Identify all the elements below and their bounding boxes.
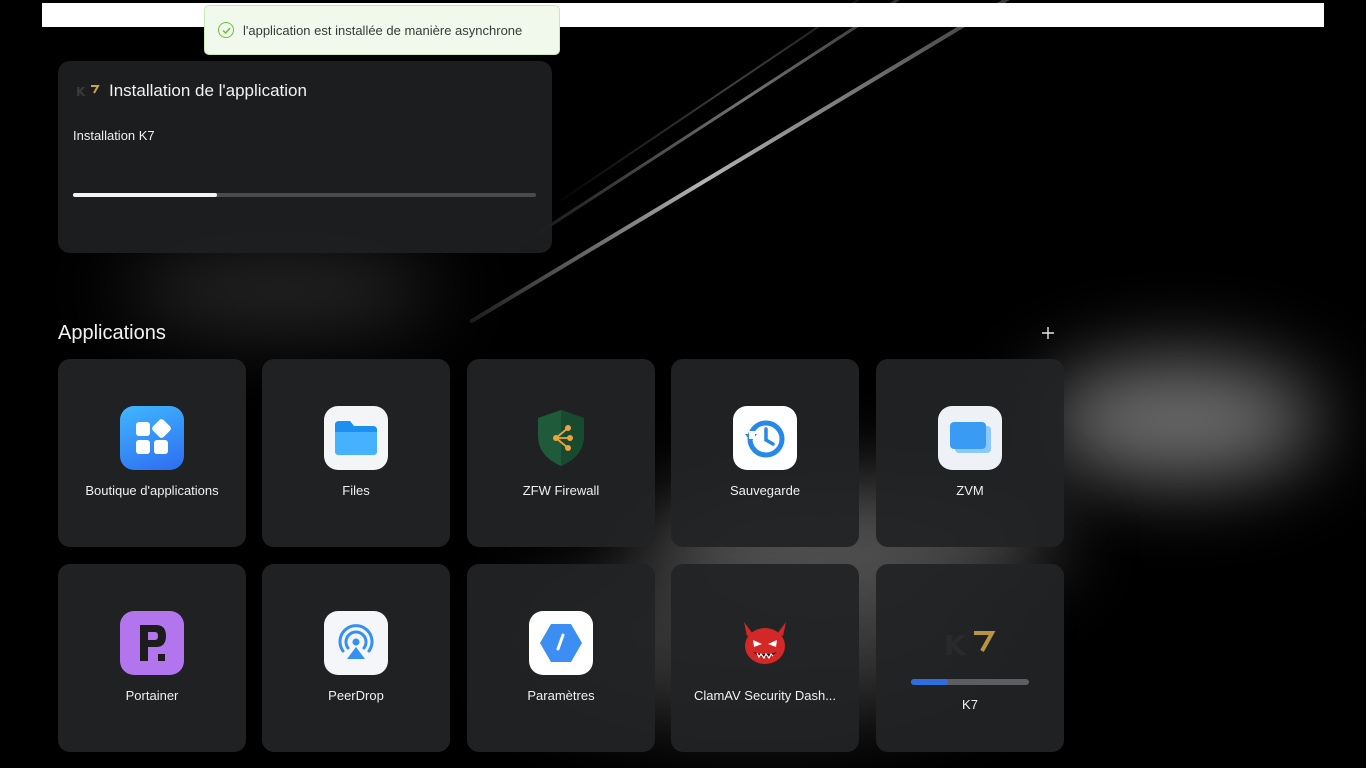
k7-mini-logo: K <box>76 85 102 101</box>
svg-text:K: K <box>76 85 86 98</box>
plus-icon <box>1042 327 1054 339</box>
svg-text:K: K <box>944 629 967 661</box>
install-progress-fill <box>73 193 217 197</box>
toast-message: l'application est installée de manière a… <box>243 22 523 38</box>
shield-icon <box>529 406 593 470</box>
app-tile-portainer[interactable]: Portainer <box>58 564 246 752</box>
clamav-devil-icon <box>733 611 797 675</box>
check-circle-icon <box>218 22 234 38</box>
install-subtitle: Installation K7 <box>73 128 155 143</box>
app-label: Sauvegarde <box>729 483 801 498</box>
app-label: Portainer <box>125 688 179 703</box>
app-label: PeerDrop <box>328 688 384 703</box>
app-tile-files[interactable]: Files <box>262 359 450 547</box>
app-label: K7 <box>962 697 978 712</box>
k7-install-progress-bar <box>911 679 1029 685</box>
settings-icon <box>529 611 593 675</box>
app-label: Paramètres <box>527 688 595 703</box>
app-tile-k7[interactable]: K K7 <box>876 564 1064 752</box>
app-tile-parametres[interactable]: Paramètres <box>467 564 655 752</box>
app-tile-sauvegarde[interactable]: Sauvegarde <box>671 359 859 547</box>
k7-logo-icon: K <box>938 611 1002 675</box>
applications-heading: Applications <box>58 322 166 344</box>
portainer-icon <box>120 611 184 675</box>
app-tile-zvm[interactable]: ZVM <box>876 359 1064 547</box>
k7-logo-icon: K <box>76 84 108 103</box>
zvm-windows-icon <box>938 406 1002 470</box>
folder-icon <box>324 406 388 470</box>
app-label: Files <box>342 483 370 498</box>
install-progress-bar <box>73 193 536 197</box>
success-toast: l'application est installée de manière a… <box>204 5 560 55</box>
app-label: ClamAV Security Dash... <box>693 688 837 703</box>
add-app-button[interactable] <box>1038 322 1058 346</box>
backup-clock-icon <box>733 406 797 470</box>
app-store-icon <box>120 406 184 470</box>
app-tile-zfw-firewall[interactable]: ZFW Firewall <box>467 359 655 547</box>
app-label: ZFW Firewall <box>522 483 600 498</box>
k7-install-progress-fill <box>911 679 948 685</box>
peerdrop-icon <box>324 611 388 675</box>
app-tile-peerdrop[interactable]: PeerDrop <box>262 564 450 752</box>
app-tile-boutique[interactable]: Boutique d'applications <box>58 359 246 547</box>
app-tile-clamav[interactable]: ClamAV Security Dash... <box>671 564 859 752</box>
app-label: ZVM <box>956 483 984 498</box>
install-title: Installation de l'application <box>109 81 307 100</box>
app-label: Boutique d'applications <box>85 483 219 498</box>
